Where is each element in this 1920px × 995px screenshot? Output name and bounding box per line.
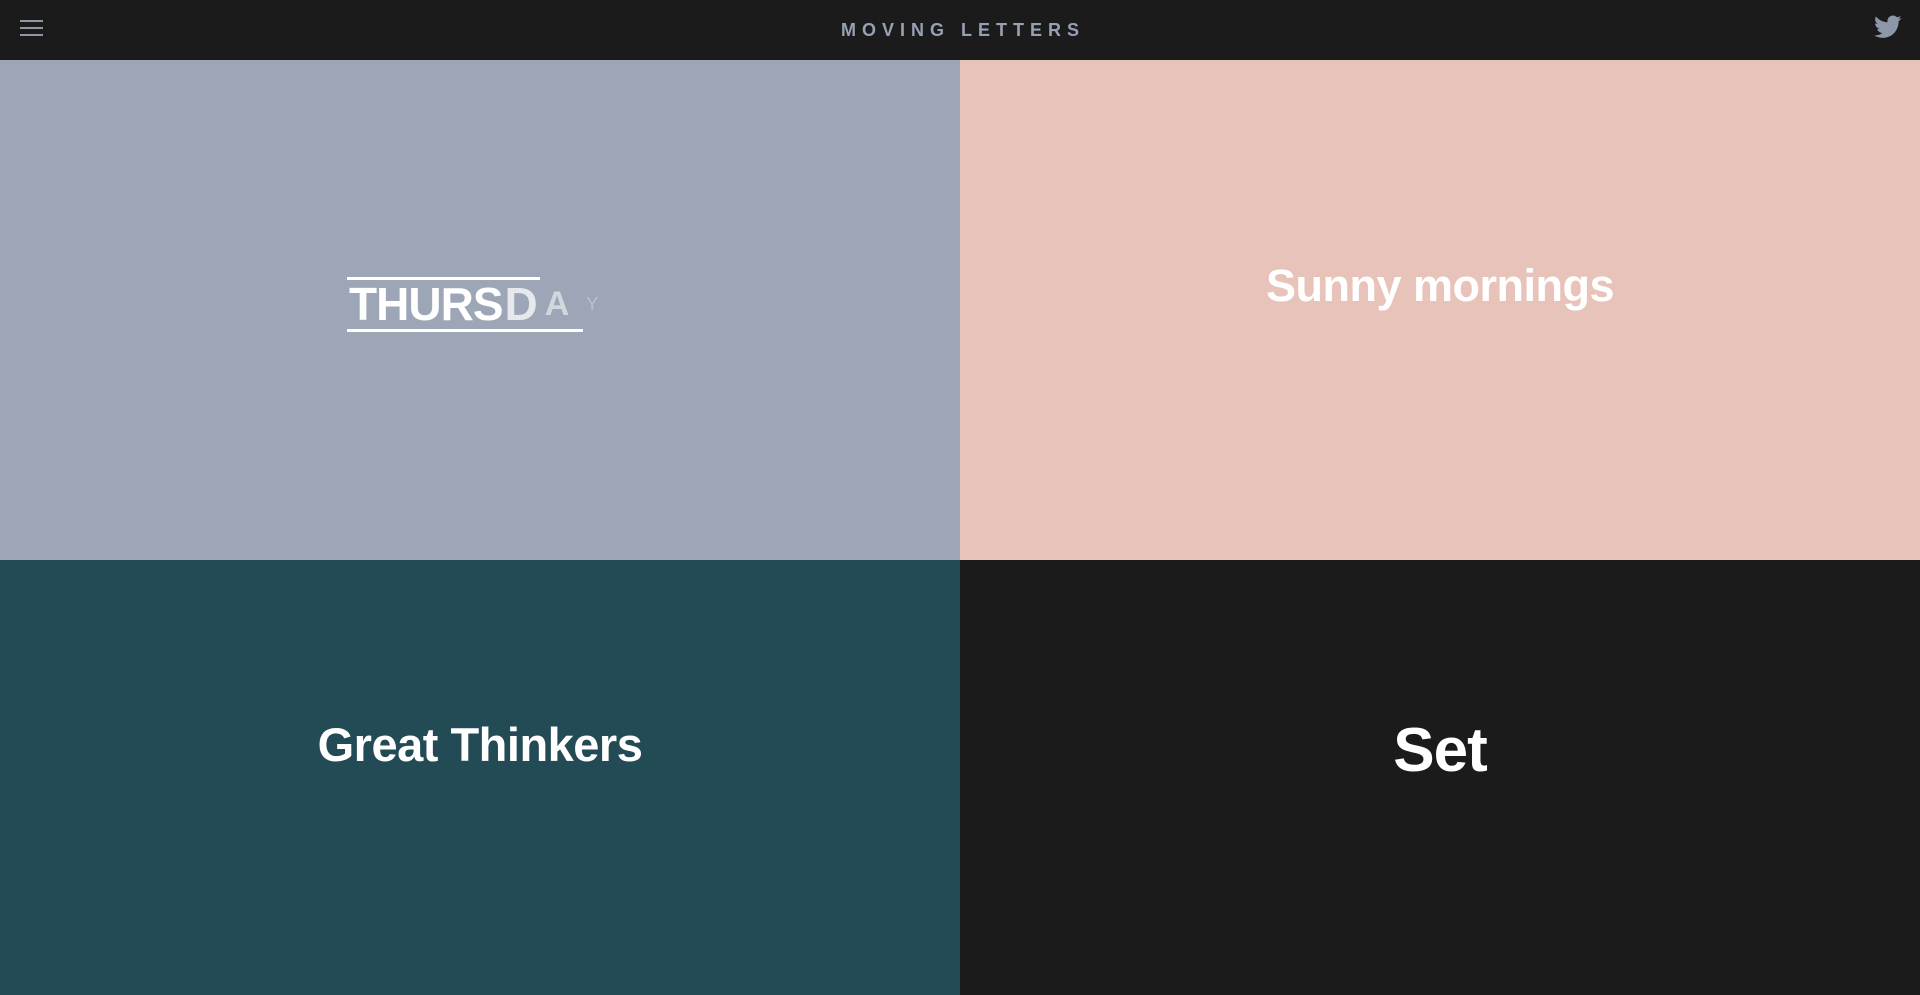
letter: Y (586, 293, 598, 314)
letter: H (376, 278, 409, 330)
hamburger-menu-icon[interactable] (20, 20, 44, 39)
letter: A (544, 284, 570, 323)
letter: D (504, 278, 538, 330)
letter: T (349, 278, 377, 330)
tiles-grid: T H U R S D A Y Sunny mornings Great Thi… (0, 60, 1920, 995)
letter: S (472, 278, 504, 330)
tile-great-thinkers[interactable]: Great Thinkers (0, 560, 960, 995)
top-bar: MOVING LETTERS (0, 0, 1920, 60)
tile-title: Set (1393, 715, 1487, 785)
site-title: MOVING LETTERS (840, 20, 1085, 40)
bottom-line (347, 329, 583, 332)
tile-title: Sunny mornings (1265, 260, 1615, 311)
tile-set[interactable]: Set (960, 560, 1920, 995)
letter: R (440, 278, 474, 330)
tile-sunny-mornings[interactable]: Sunny mornings (960, 60, 1920, 560)
twitter-icon[interactable] (1874, 15, 1902, 39)
tile-thursday[interactable]: T H U R S D A Y (0, 60, 960, 560)
thursday-text: T H U R S D A Y (349, 278, 598, 330)
tile-title: Great Thinkers (317, 717, 643, 771)
letter: U (408, 278, 441, 330)
